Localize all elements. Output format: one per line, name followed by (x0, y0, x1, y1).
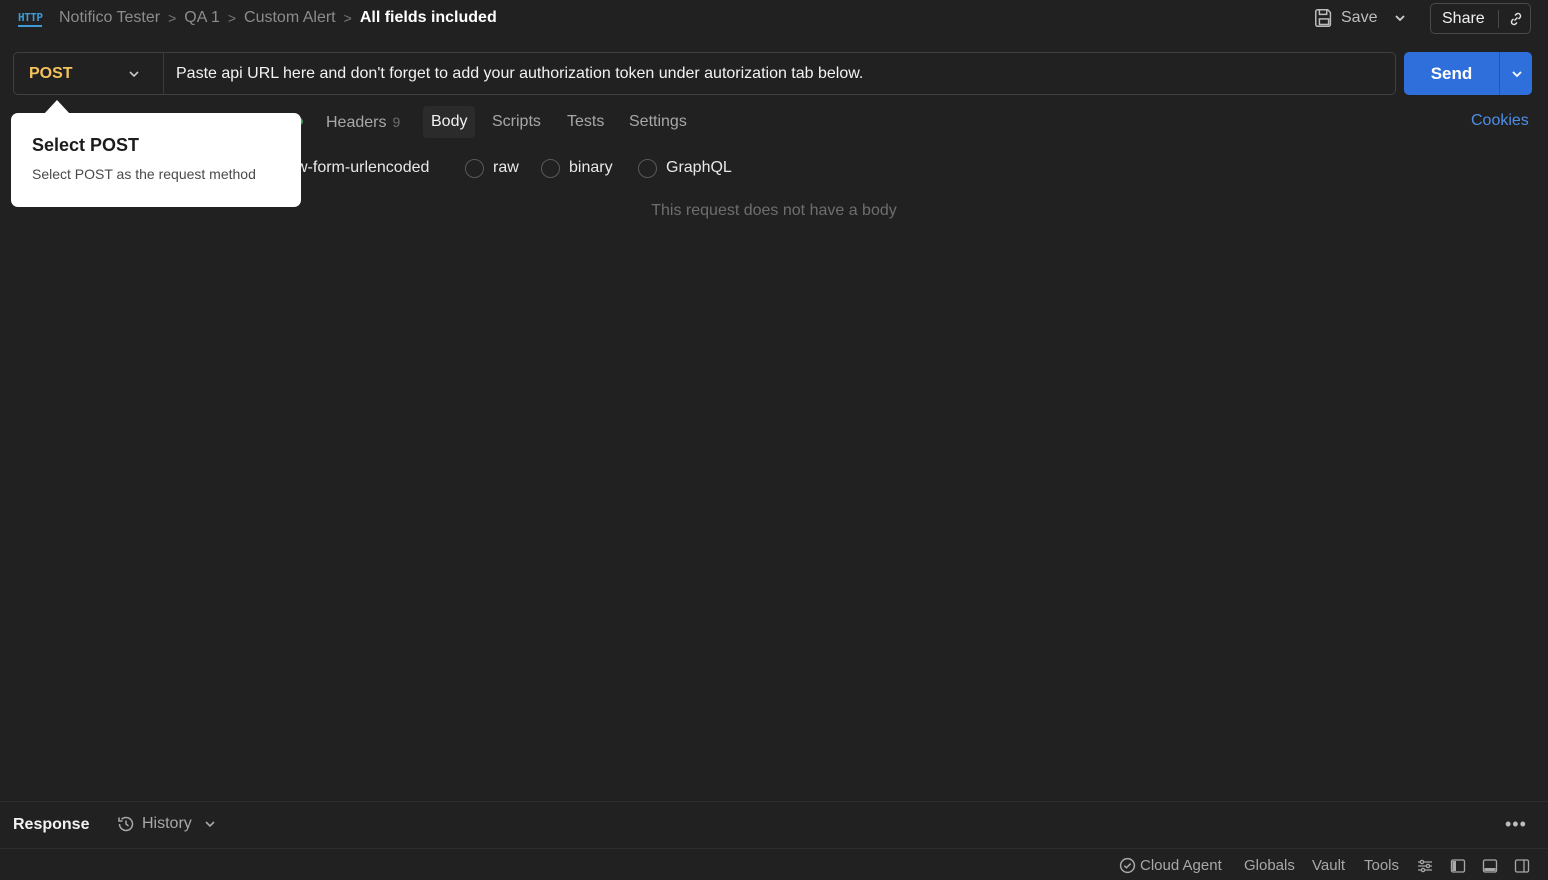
breadcrumb-item-collection[interactable]: Notifico Tester (59, 9, 160, 27)
history-label: History (142, 815, 192, 832)
chevron-down-icon (205, 821, 215, 828)
divider (1498, 9, 1499, 28)
save-icon (1315, 9, 1332, 27)
globals-button[interactable]: Globals (1244, 857, 1295, 874)
divider (1499, 52, 1500, 95)
url-bar: POST Paste api URL here and don't forget… (13, 52, 1396, 95)
tab-tests[interactable]: Tests (559, 106, 612, 138)
tooltip-description: Select POST as the request method (32, 166, 256, 182)
onboarding-tooltip: Select POST Select POST as the request m… (11, 113, 301, 207)
tab-headers[interactable]: Headers 9 (318, 106, 408, 138)
chevron-right-icon: > (343, 10, 352, 26)
headers-count: 9 (392, 114, 401, 130)
radio-x-www-form-urlencoded[interactable]: w-form-urlencoded (296, 155, 429, 181)
chevron-right-icon: > (168, 10, 177, 26)
share-label: Share (1442, 9, 1485, 27)
radio-circle[interactable] (638, 158, 657, 178)
breadcrumb: Notifico Tester > QA 1 > Custom Alert > … (59, 8, 497, 28)
tooltip-title: Select POST (32, 135, 140, 155)
radio-binary[interactable]: binary (541, 155, 613, 181)
response-label[interactable]: Response (13, 816, 89, 834)
request-name[interactable]: All fields included (360, 9, 497, 27)
check-circle-icon (1119, 857, 1136, 874)
top-bar: HTTP Notifico Tester > QA 1 > Custom Ale… (0, 0, 1548, 36)
left-sidebar-toggle-icon[interactable] (1450, 858, 1466, 874)
more-options-icon[interactable]: ••• (1505, 814, 1527, 835)
save-label: Save (1341, 9, 1378, 26)
breadcrumb-item-subfolder[interactable]: Custom Alert (244, 9, 336, 27)
send-label: Send (1430, 63, 1473, 83)
history-button[interactable]: History (116, 814, 222, 834)
response-bar: Response History ••• (0, 801, 1548, 849)
chevron-down-icon[interactable] (1511, 68, 1523, 80)
chevron-right-icon: > (227, 10, 237, 26)
url-input[interactable]: Paste api URL here and don't forget to a… (164, 65, 863, 83)
cookies-link[interactable]: Cookies (1471, 112, 1529, 130)
radio-raw[interactable]: raw (465, 155, 519, 181)
breadcrumb-item-folder[interactable]: QA 1 (184, 9, 220, 27)
vault-button[interactable]: Vault (1312, 857, 1345, 874)
tab-body[interactable]: Body (423, 106, 476, 138)
radio-circle[interactable] (541, 158, 560, 178)
link-icon[interactable] (1508, 11, 1524, 27)
tab-settings[interactable]: Settings (621, 106, 695, 138)
tooltip-arrow (44, 100, 70, 114)
radio-circle[interactable] (465, 158, 484, 178)
tools-button[interactable]: Tools (1364, 857, 1399, 874)
status-bar: Cloud Agent Globals Vault Tools (0, 850, 1548, 880)
radio-graphql[interactable]: GraphQL (638, 155, 732, 181)
bottom-panel-toggle-icon[interactable] (1482, 858, 1498, 874)
http-request-icon: HTTP (18, 9, 44, 27)
sliders-icon[interactable] (1417, 858, 1433, 874)
method-select[interactable]: POST (14, 53, 164, 94)
chevron-down-icon[interactable] (1393, 11, 1407, 25)
tab-scripts[interactable]: Scripts (484, 106, 549, 138)
method-label: POST (29, 64, 73, 82)
cloud-agent-button[interactable]: Cloud Agent (1119, 857, 1222, 874)
history-icon (118, 816, 134, 832)
share-button[interactable]: Share (1430, 3, 1531, 34)
send-button[interactable]: Send (1404, 52, 1532, 95)
save-button[interactable]: Save (1313, 4, 1407, 32)
chevron-down-icon (129, 71, 139, 78)
right-sidebar-toggle-icon[interactable] (1514, 858, 1530, 874)
